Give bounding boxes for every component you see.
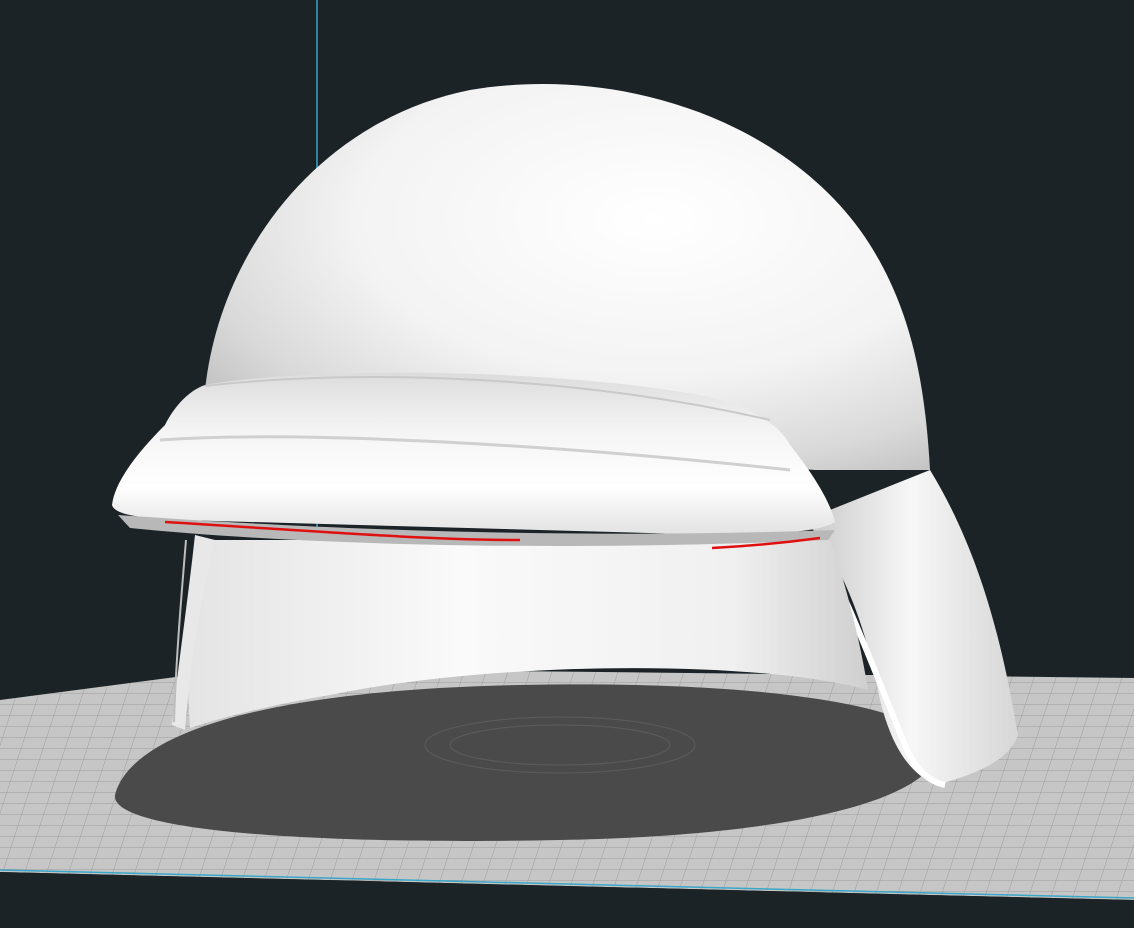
viewport-canvas[interactable]: [0, 0, 1134, 928]
3d-viewport[interactable]: [0, 0, 1134, 928]
